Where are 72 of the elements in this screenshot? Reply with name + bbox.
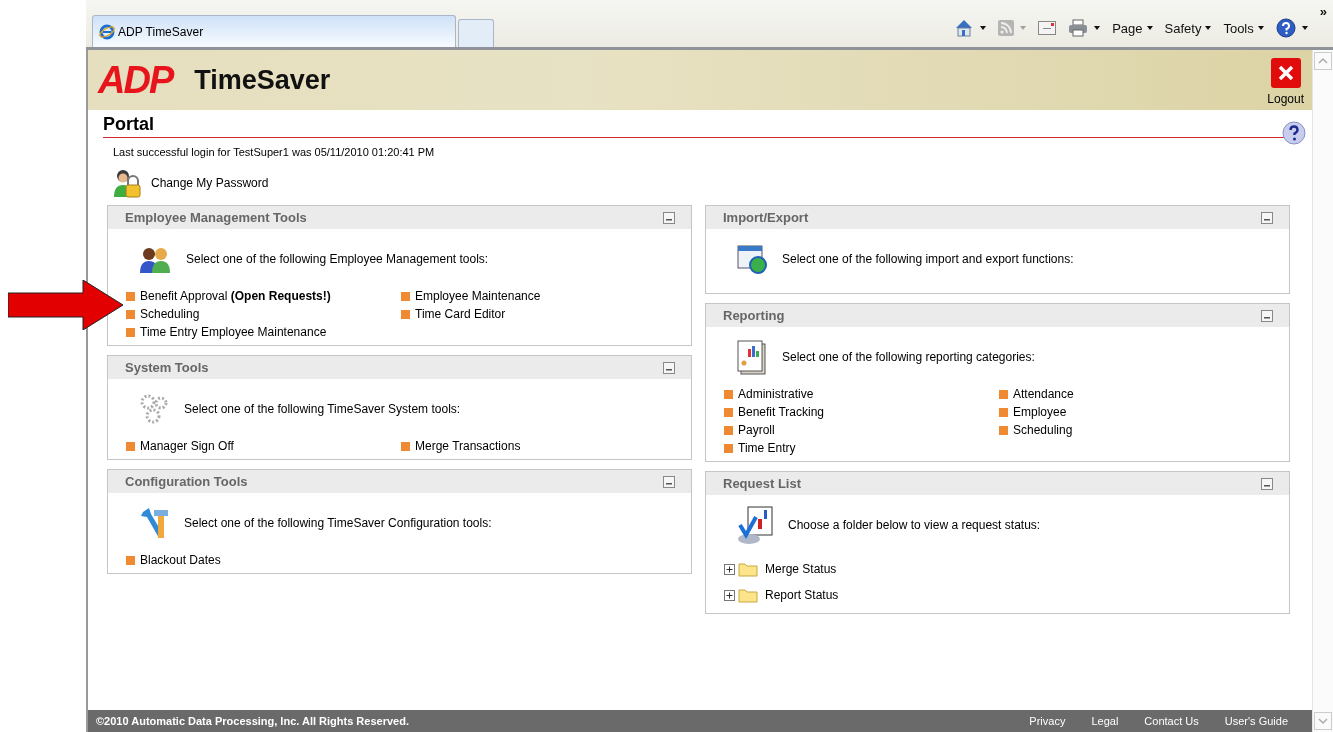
caret-icon[interactable] [1094, 26, 1101, 30]
panel-title: System Tools [125, 360, 209, 375]
tool-link[interactable]: Time Entry [724, 441, 796, 455]
caret-icon[interactable] [1301, 26, 1308, 30]
panel-title: Configuration Tools [125, 474, 248, 489]
footer-link[interactable]: User's Guide [1224, 715, 1288, 727]
tool-link[interactable]: Payroll [724, 423, 775, 437]
change-password-link[interactable]: Change My Password [151, 176, 269, 190]
panel-title: Request List [723, 476, 801, 491]
panel-title: Employee Management Tools [125, 210, 307, 225]
panel-instructions: Choose a folder below to view a request status: [788, 518, 1041, 532]
tool-link[interactable]: Scheduling [999, 423, 1073, 437]
page-title: Portal [103, 114, 154, 135]
help-icon[interactable] [1275, 18, 1296, 38]
browser-logo-icon [99, 23, 115, 40]
panel-instructions: Select one of the following TimeSaver System tools: [184, 402, 461, 416]
footer-link[interactable]: Contact Us [1144, 715, 1199, 727]
tree-expander-icon[interactable] [724, 563, 735, 575]
app-title: TimeSaver [194, 64, 332, 96]
tools-icon [138, 506, 170, 540]
close-icon [1270, 58, 1301, 88]
toolbar-menu[interactable]: Safety [1164, 20, 1212, 36]
footer-link[interactable]: Legal [1091, 715, 1119, 727]
user-lock-icon [111, 167, 143, 199]
tool-link[interactable]: Blackout Dates [126, 553, 221, 567]
footer-link[interactable]: Privacy [1029, 715, 1066, 727]
gears-icon [138, 392, 170, 426]
minimize-icon[interactable] [663, 211, 675, 224]
folder-link[interactable]: Report Status [765, 588, 839, 602]
panel-instructions: Select one of the following TimeSaver Configuration tools: [184, 516, 492, 530]
tool-link[interactable]: Benefit Approval (Open Requests!) [126, 289, 331, 303]
tool-link[interactable]: Employee Maintenance [401, 289, 541, 303]
last-login-text: Last successful login for TestSuper1 was 05/11/2010 01:20:41 PM [113, 146, 436, 158]
mail-icon[interactable] [1038, 21, 1057, 35]
printer-icon[interactable] [1068, 19, 1089, 37]
report-icon [736, 339, 768, 375]
panel-title: Reporting [723, 308, 785, 323]
tool-link[interactable]: Employee [999, 405, 1067, 419]
request-checklist-icon [736, 505, 774, 545]
toolbar-menu[interactable]: Page [1112, 20, 1153, 36]
tool-link[interactable]: Administrative [724, 387, 814, 401]
tool-link[interactable]: Manager Sign Off [126, 439, 234, 453]
folder-icon [738, 561, 758, 577]
panel-instructions: Select one of the following Employee Management tools: [186, 252, 489, 266]
panel-title: Import/Export [723, 210, 809, 225]
minimize-icon[interactable] [663, 361, 675, 374]
company-logo: ADP [98, 58, 173, 102]
window-globe-icon [736, 243, 768, 275]
panel-instructions: Select one of the following reporting categories: [782, 350, 1035, 364]
toolbar-more-button[interactable]: » [1319, 4, 1327, 19]
tool-link[interactable]: Merge Transactions [401, 439, 521, 453]
toolbar-menu[interactable]: Tools [1223, 20, 1264, 36]
help-icon[interactable] [1282, 121, 1306, 145]
folder-link[interactable]: Merge Status [765, 562, 837, 576]
tool-link[interactable]: Attendance [999, 387, 1074, 401]
tree-expander-icon[interactable] [724, 589, 735, 601]
tool-link[interactable]: Scheduling [126, 307, 200, 321]
tool-link[interactable]: Benefit Tracking [724, 405, 825, 419]
tool-link[interactable]: Time Entry Employee Maintenance [126, 325, 327, 339]
panel-instructions: Select one of the following import and export functions: [782, 252, 1074, 266]
browser-tab[interactable]: ADP TimeSaver [92, 15, 456, 47]
copyright-text: ©2010 Automatic Data Processing, Inc. All Rights Reserved. [96, 715, 409, 727]
logout-button[interactable]: Logout [1267, 58, 1304, 106]
minimize-icon[interactable] [1261, 309, 1273, 322]
minimize-icon[interactable] [1261, 211, 1273, 224]
caret-icon[interactable] [980, 26, 987, 30]
tool-link[interactable]: Time Card Editor [401, 307, 506, 321]
pointer-arrow-icon [8, 280, 123, 330]
minimize-icon[interactable] [1261, 477, 1273, 490]
folder-icon [738, 587, 758, 603]
home-icon[interactable] [954, 18, 975, 38]
minimize-icon[interactable] [663, 475, 675, 488]
